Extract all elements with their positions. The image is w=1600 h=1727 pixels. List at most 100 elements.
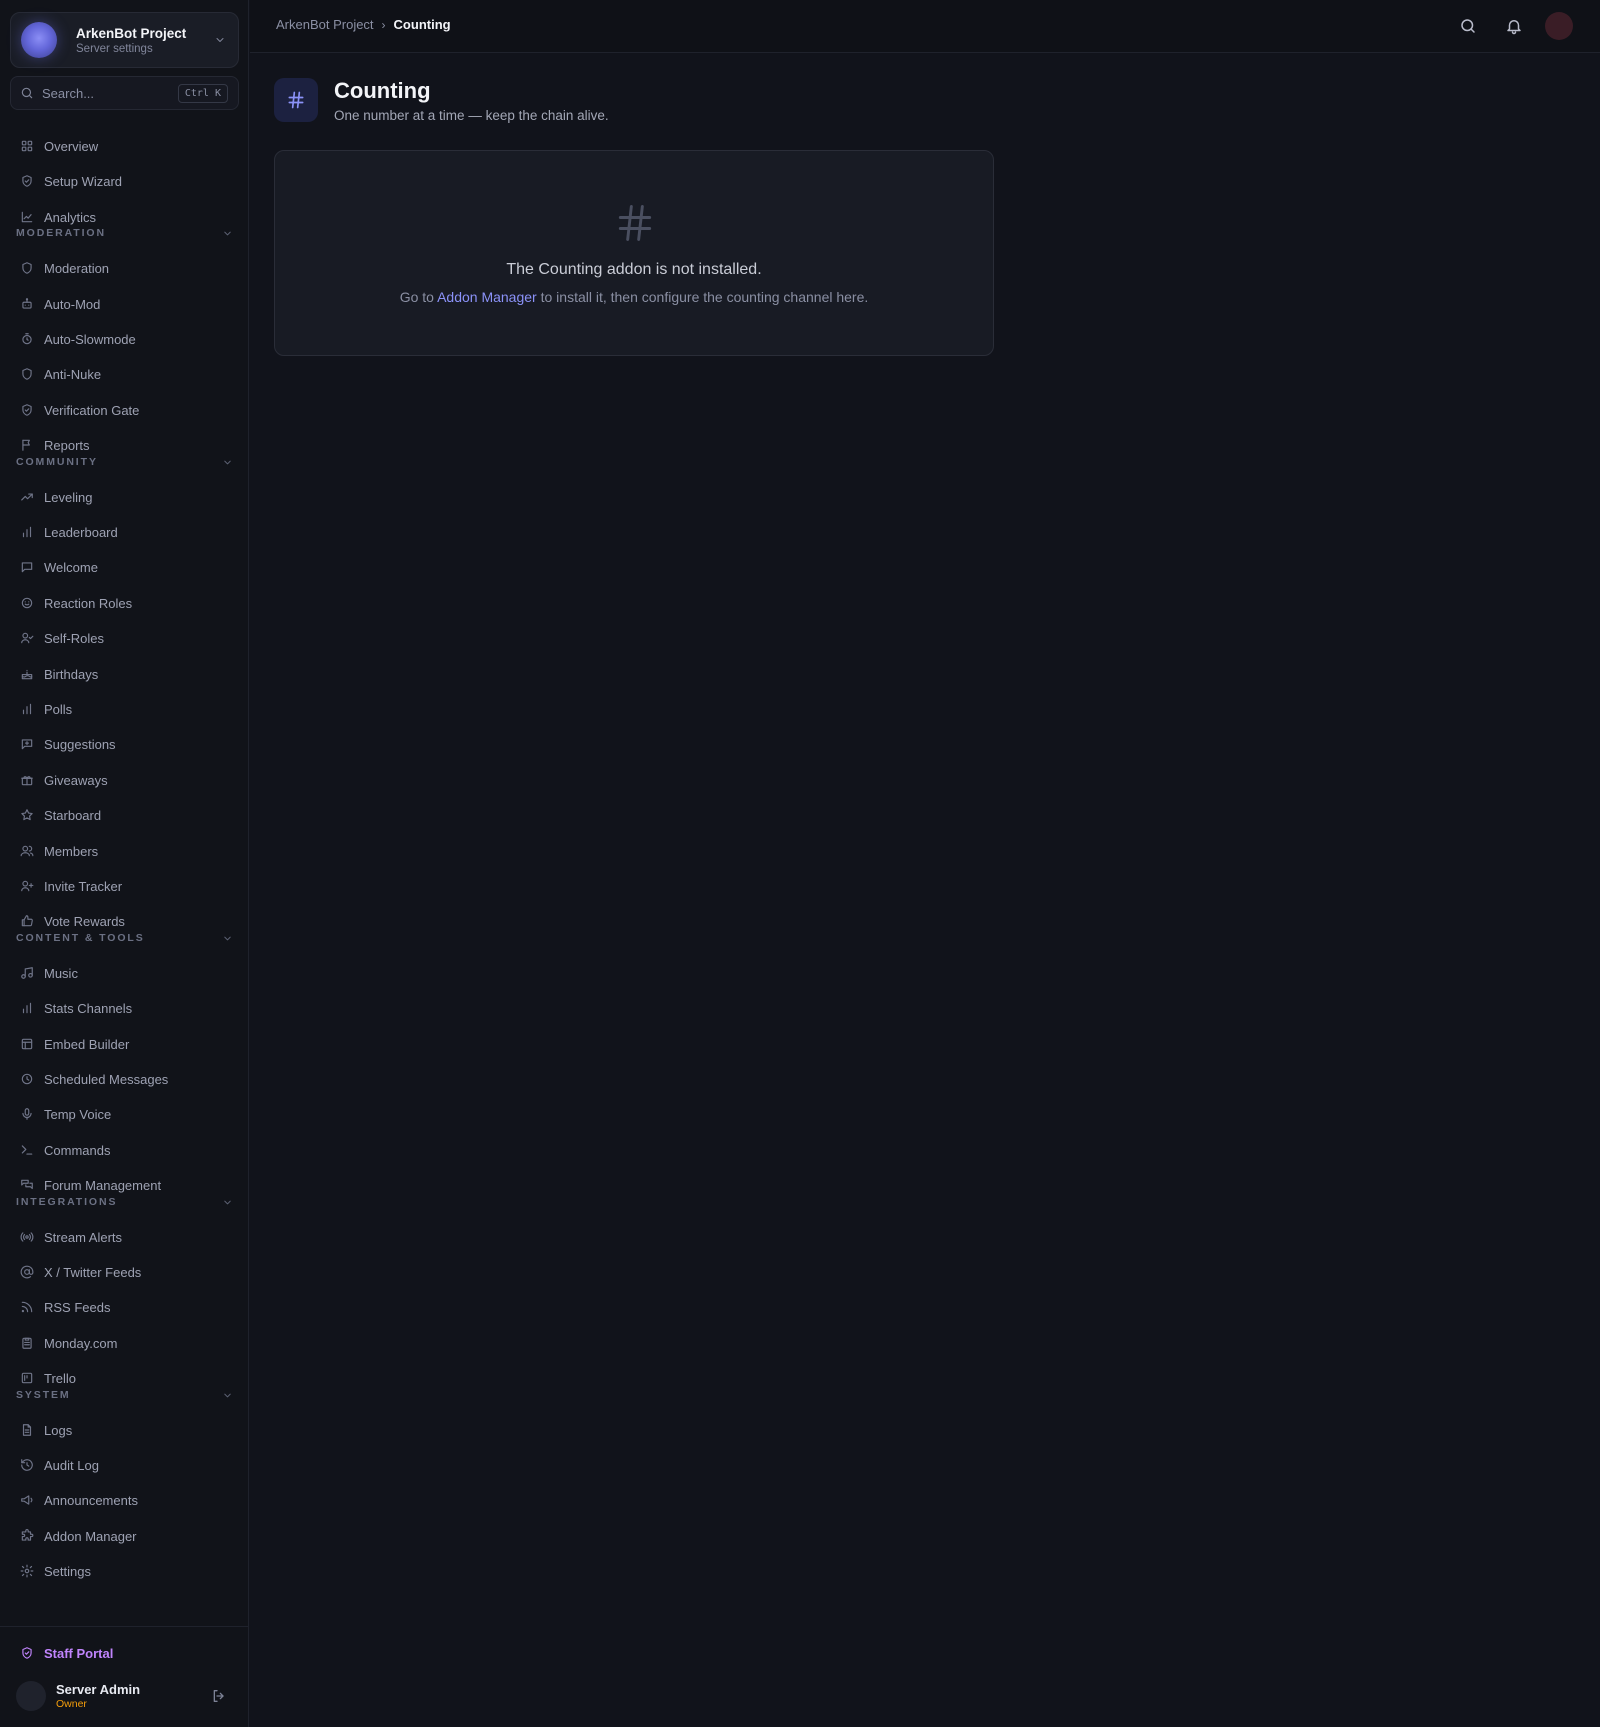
sidebar-item-monday-com[interactable]: Monday.com: [10, 1328, 239, 1358]
trello-icon: [21, 1372, 33, 1384]
sidebar-item-starboard[interactable]: Starboard: [10, 800, 239, 830]
section-community[interactable]: COMMUNITY: [16, 454, 233, 470]
sidebar-item-label: Reports: [44, 437, 90, 453]
sidebar-item-label: Addon Manager: [44, 1528, 137, 1544]
bar-chart-icon: [22, 703, 32, 715]
section-integrations[interactable]: INTEGRATIONS: [16, 1194, 233, 1210]
sidebar-item-birthdays[interactable]: Birthdays: [10, 659, 239, 689]
sidebar-item-label: Overview: [44, 138, 99, 154]
section-title: COMMUNITY: [16, 456, 98, 468]
breadcrumb-parent[interactable]: ArkenBot Project: [276, 17, 374, 32]
server-switcher[interactable]: ArkenBot Project Server settings: [10, 12, 239, 68]
sidebar-item-stream-alerts[interactable]: Stream Alerts: [10, 1222, 239, 1252]
sidebar-item-auto-slowmode[interactable]: Auto-Slowmode: [10, 324, 239, 354]
staff-portal-label: Staff Portal: [44, 1645, 114, 1661]
chart-line-icon: [21, 211, 33, 223]
sidebar-item-verification-gate[interactable]: Verification Gate: [10, 395, 239, 425]
sidebar-item-audit-log[interactable]: Audit Log: [10, 1450, 239, 1480]
sidebar-item-leveling[interactable]: Leveling: [10, 482, 239, 512]
search-icon: [21, 87, 33, 99]
user-name: Server Admin: [56, 1681, 141, 1697]
sidebar-item-anti-nuke[interactable]: Anti-Nuke: [10, 359, 239, 389]
search-input[interactable]: [42, 85, 172, 101]
section-title: MODERATION: [16, 227, 106, 239]
sidebar-item-moderation[interactable]: Moderation: [10, 253, 239, 283]
sidebar-item-setup-wizard[interactable]: Setup Wizard: [10, 166, 239, 196]
sidebar-item-logs[interactable]: Logs: [10, 1415, 239, 1445]
sidebar-item-suggestions[interactable]: Suggestions: [10, 729, 239, 759]
search-box[interactable]: Ctrl K: [10, 76, 239, 110]
hash-icon: [618, 205, 652, 241]
sidebar-item-label: Monday.com: [44, 1335, 118, 1351]
chevron-down-icon: [224, 231, 231, 235]
sidebar-item-label: Logs: [44, 1422, 73, 1438]
sidebar-item-label: Scheduled Messages: [44, 1071, 169, 1087]
sidebar-item-label: Vote Rewards: [44, 913, 125, 929]
search-shortcut: Ctrl K: [177, 84, 228, 103]
section-moderation[interactable]: MODERATION: [16, 225, 233, 241]
puzzle-icon: [21, 1529, 34, 1541]
sidebar-item-x-twitter-feeds[interactable]: X / Twitter Feeds: [10, 1257, 239, 1287]
at-sign-icon: [20, 1265, 34, 1279]
sidebar-item-giveaways[interactable]: Giveaways: [10, 765, 239, 795]
sidebar-item-commands[interactable]: Commands: [10, 1135, 239, 1165]
sidebar-item-rss-feeds[interactable]: RSS Feeds: [10, 1292, 239, 1322]
shield-check-icon: [22, 175, 32, 187]
server-avatar: [21, 22, 57, 58]
messages-icon: [21, 1179, 33, 1190]
sidebar-item-temp-voice[interactable]: Temp Voice: [10, 1099, 239, 1129]
user-role: Owner: [56, 1697, 87, 1710]
section-system[interactable]: SYSTEM: [16, 1387, 233, 1403]
server-name: ArkenBot Project: [76, 25, 187, 41]
addon-manager-link[interactable]: Addon Manager: [437, 289, 537, 305]
sidebar-item-welcome[interactable]: Welcome: [10, 552, 239, 582]
sidebar-item-scheduled-messages[interactable]: Scheduled Messages: [10, 1064, 239, 1094]
search-icon[interactable]: [1459, 17, 1477, 35]
bell-icon[interactable]: [1505, 17, 1523, 35]
avatar[interactable]: [16, 1681, 46, 1711]
sidebar-item-addon-manager[interactable]: Addon Manager: [10, 1521, 239, 1551]
cake-icon: [21, 669, 33, 680]
sidebar-item-auto-mod[interactable]: Auto-Mod: [10, 289, 239, 319]
sidebar-item-label: Stats Channels: [44, 1000, 133, 1016]
sidebar-item-label: Moderation: [44, 260, 110, 276]
chevron-down-icon: [224, 1200, 231, 1204]
sidebar-item-self-roles[interactable]: Self-Roles: [10, 623, 239, 653]
sidebar-item-polls[interactable]: Polls: [10, 694, 239, 724]
smile-icon: [21, 597, 33, 609]
logout-icon[interactable]: [211, 1688, 227, 1704]
sidebar-item-invite-tracker[interactable]: Invite Tracker: [10, 871, 239, 901]
sidebar-item-settings[interactable]: Settings: [10, 1556, 239, 1586]
message-icon: [21, 562, 33, 573]
section-content-tools[interactable]: CONTENT & TOOLS: [16, 930, 233, 946]
sidebar-item-overview[interactable]: Overview: [10, 131, 239, 161]
user-plus-icon: [21, 880, 34, 892]
empty-state-description: Go to Addon Manager to install it, then …: [275, 289, 993, 305]
sidebar-item-embed-builder[interactable]: Embed Builder: [10, 1029, 239, 1059]
sidebar-item-stats-channels[interactable]: Stats Channels: [10, 993, 239, 1023]
user-profile: Server Admin Owner: [16, 1677, 233, 1715]
sidebar-item-label: X / Twitter Feeds: [44, 1264, 142, 1280]
sidebar-item-label: Suggestions: [44, 736, 116, 752]
sidebar-item-announcements[interactable]: Announcements: [10, 1485, 239, 1515]
staff-portal-link[interactable]: Staff Portal: [10, 1638, 239, 1668]
sidebar-item-label: Leveling: [44, 489, 93, 505]
avatar[interactable]: [1545, 12, 1573, 40]
music-icon: [21, 967, 33, 979]
sidebar: ArkenBot Project Server settings Ctrl K …: [0, 0, 249, 1727]
sidebar-item-leaderboard[interactable]: Leaderboard: [10, 517, 239, 547]
sidebar-item-label: Embed Builder: [44, 1036, 130, 1052]
sidebar-item-label: Auto-Mod: [44, 296, 101, 312]
bar-chart-icon: [22, 1002, 32, 1014]
section-title: SYSTEM: [16, 1389, 71, 1401]
bot-icon: [22, 298, 32, 309]
section-title: INTEGRATIONS: [16, 1196, 118, 1208]
sidebar-item-label: Stream Alerts: [44, 1229, 123, 1245]
sidebar-item-label: Birthdays: [44, 666, 99, 682]
sidebar-item-music[interactable]: Music: [10, 958, 239, 988]
shield-check-icon: [22, 1647, 32, 1659]
sidebar-item-label: Audit Log: [44, 1457, 99, 1473]
sidebar-item-members[interactable]: Members: [10, 836, 239, 866]
clock-icon: [21, 1073, 33, 1085]
sidebar-item-reaction-roles[interactable]: Reaction Roles: [10, 588, 239, 618]
